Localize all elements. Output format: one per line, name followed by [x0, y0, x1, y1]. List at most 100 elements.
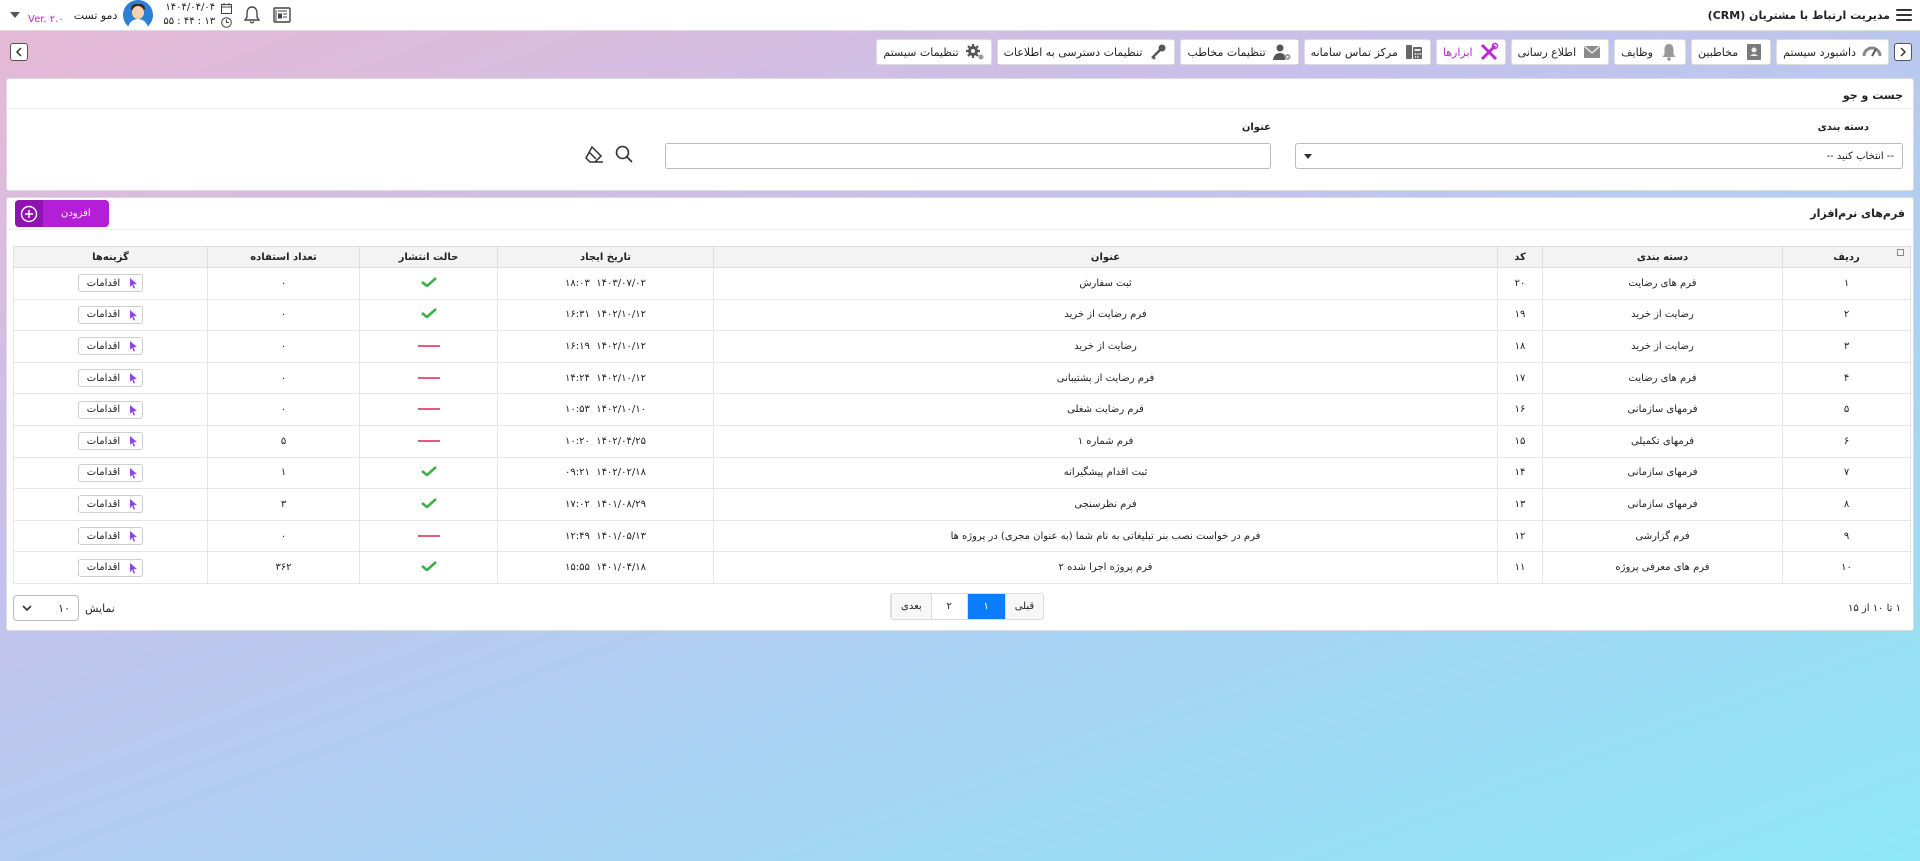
- grid-header: فرم‌های نرم‌افزار افزودن: [7, 198, 1913, 230]
- add-button[interactable]: افزودن: [15, 200, 109, 227]
- unpublished-dash-icon: [417, 344, 440, 347]
- col-code[interactable]: کد: [1497, 246, 1543, 268]
- table-row[interactable]: ۷ فرمهای سازمانی ۱۴ ثبت اقدام پیشگیرانه ۰۹:۲…: [13, 456, 1911, 490]
- menu-item-system-settings[interactable]: تنظیمات سیستم: [876, 39, 992, 65]
- page-1-button[interactable]: ۱: [966, 594, 1005, 619]
- cell-category: فرم گزارشی: [1542, 519, 1783, 553]
- row-actions-button[interactable]: اقدامات: [77, 400, 144, 419]
- row-actions-button[interactable]: اقدامات: [77, 369, 144, 388]
- row-actions-button[interactable]: اقدامات: [77, 527, 144, 546]
- main-menu: داشبورد سیستم مخاطبین وظایف اطلاع رسانی …: [876, 39, 1912, 65]
- menu-item-contacts[interactable]: مخاطبین: [1691, 39, 1772, 65]
- user-profile[interactable]: دمو تست: [74, 0, 154, 30]
- menu-scroll-left-button[interactable]: [10, 43, 28, 61]
- cell-usage-count: ۰: [207, 267, 360, 300]
- calendar-icon: [221, 2, 233, 14]
- title-input[interactable]: [665, 143, 1271, 169]
- cell-row: ۵: [1782, 393, 1911, 426]
- cell-created-date: ۱۲:۴۹ ۱۴۰۱/۰۵/۱۳: [497, 519, 714, 553]
- unpublished-dash-icon: [417, 376, 440, 379]
- avatar[interactable]: [123, 0, 154, 30]
- col-category[interactable]: دسته بندی: [1542, 246, 1783, 268]
- table-row[interactable]: ۳ رضایت از خرید ۱۸ رضایت از خرید ۱۶:۱۹ ۱۴۰۲/…: [13, 330, 1911, 363]
- time-text: ۱۳ : ۴۴ : ۵۵: [163, 16, 216, 27]
- search-panel: جست و جو دسته بندی -- انتخاب کنید -- عنو…: [6, 78, 1914, 191]
- cell-category: رضایت از خرید: [1542, 330, 1783, 363]
- user-menu-caret-icon[interactable]: [10, 12, 20, 18]
- page-size-select[interactable]: ۱۰: [13, 595, 79, 621]
- row-actions-button[interactable]: اقدامات: [77, 432, 144, 451]
- cell-created-date: ۱۵:۵۵ ۱۴۰۱/۰۴/۱۸: [497, 551, 714, 584]
- table-row[interactable]: ۱۰ فرم های معرفی پروژه ۱۱ فرم پروژه اجرا شد…: [13, 551, 1911, 584]
- cell-time: ۱۵:۵۵: [565, 562, 590, 574]
- cell-usage-count: ۰: [207, 393, 360, 426]
- select-caret-icon: [1304, 153, 1312, 159]
- cell-options: اقدامات: [13, 330, 208, 363]
- row-actions-button[interactable]: اقدامات: [77, 305, 144, 324]
- table-row[interactable]: ۸ فرمهای سازمانی ۱۳ فرم نظرسنجی ۱۷:۰۲ ۱۴۰۱/۰…: [13, 488, 1911, 521]
- table-row[interactable]: ۲ رضایت از خرید ۱۹ فرم رضایت از خرید ۱۶:۳۱ ۱…: [13, 298, 1911, 332]
- published-check-icon: [420, 276, 437, 287]
- search-button[interactable]: [613, 143, 635, 165]
- cell-usage-count: ۳: [207, 488, 360, 521]
- menu-item-access-settings[interactable]: تنظیمات دسترسی به اطلاعات: [996, 39, 1176, 65]
- news-icon[interactable]: [272, 5, 292, 25]
- date-text: ۱۴۰۴/۰۴/۰۴: [165, 2, 216, 13]
- menu-item-dashboard[interactable]: داشبورد سیستم: [1776, 39, 1889, 65]
- cell-time: ۱۲:۴۹: [565, 530, 590, 542]
- unpublished-dash-icon: [417, 408, 440, 411]
- col-usage-count[interactable]: تعداد استفاده: [207, 246, 360, 268]
- col-row[interactable]: ردیف: [1782, 246, 1911, 268]
- menu-item-tools[interactable]: ابزارها: [1435, 39, 1506, 65]
- row-actions-button[interactable]: اقدامات: [77, 558, 144, 577]
- cell-created-date: ۱۴:۲۴ ۱۴۰۲/۱۰/۱۲: [497, 361, 714, 395]
- eraser-icon: [585, 145, 603, 163]
- menu-item-call-center[interactable]: مرکز تماس سامانه: [1303, 39, 1431, 65]
- prev-page-button[interactable]: قبلی: [1004, 594, 1044, 619]
- table-row[interactable]: ۱ فرم های رضایت ۲۰ ثبت سفارش ۱۸:۰۳ ۱۴۰۳/۰۷/۰…: [13, 267, 1911, 300]
- cell-options: اقدامات: [13, 424, 208, 458]
- cell-date: ۱۴۰۱/۰۸/۲۹: [596, 498, 646, 510]
- cell-title: ثبت سفارش: [713, 267, 1498, 300]
- menu-scroll-right-button[interactable]: [1894, 43, 1912, 61]
- row-actions-button[interactable]: اقدامات: [77, 463, 144, 482]
- menu-item-notifications[interactable]: اطلاع رسانی: [1510, 39, 1610, 65]
- table-row[interactable]: ۶ فرمهای تکمیلی ۱۵ فرم شماره ۱ ۱۰:۲۰ ۱۴۰۲/۰۴…: [13, 424, 1911, 458]
- cell-title: فرم نظرسنجی: [713, 488, 1498, 521]
- pointer-cursor-icon: [130, 531, 138, 542]
- cell-publish-status: [359, 551, 498, 584]
- cell-code: ۱۴: [1497, 456, 1543, 490]
- category-select[interactable]: -- انتخاب کنید --: [1295, 143, 1903, 169]
- column-toggle-icon[interactable]: [1897, 249, 1904, 256]
- pointer-cursor-icon: [130, 436, 138, 447]
- table-row[interactable]: ۹ فرم گزارشی ۱۲ فرم در خواست نصب بنر تبلیغا…: [13, 519, 1911, 553]
- cell-options: اقدامات: [13, 488, 208, 521]
- cell-created-date: ۱۰:۵۳ ۱۴۰۲/۱۰/۱۰: [497, 393, 714, 426]
- row-actions-button[interactable]: اقدامات: [77, 337, 144, 356]
- cell-category: فرمهای سازمانی: [1542, 393, 1783, 426]
- cell-created-date: ۱۷:۰۲ ۱۴۰۱/۰۸/۲۹: [497, 488, 714, 521]
- cell-date: ۱۴۰۲/۱۰/۱۰: [596, 404, 646, 416]
- col-publish-status[interactable]: حالت انتشار: [359, 246, 498, 268]
- cell-code: ۱۲: [1497, 519, 1543, 553]
- clear-button[interactable]: [583, 143, 605, 165]
- menu-item-contact-settings[interactable]: تنظیمات مخاطب: [1180, 39, 1299, 65]
- table-row[interactable]: ۴ فرم های رضایت ۱۷ فرم رضایت از پشتیبانی ۱۴:…: [13, 361, 1911, 395]
- table-row[interactable]: ۵ فرمهای سازمانی ۱۶ فرم رضایت شغلی ۱۰:۵۳ ۱۴۰…: [13, 393, 1911, 426]
- col-title[interactable]: عنوان: [713, 246, 1498, 268]
- row-actions-button[interactable]: اقدامات: [77, 274, 144, 293]
- cell-code: ۱۱: [1497, 551, 1543, 584]
- row-actions-button[interactable]: اقدامات: [77, 495, 144, 514]
- cell-created-date: ۰۹:۲۱ ۱۴۰۲/۰۲/۱۸: [497, 456, 714, 490]
- notification-bell-icon[interactable]: [242, 5, 262, 25]
- next-page-button[interactable]: بعدی: [891, 594, 931, 619]
- cell-code: ۱۷: [1497, 361, 1543, 395]
- cell-date: ۱۴۰۳/۰۷/۰۲: [596, 277, 646, 289]
- page-2-button[interactable]: ۲: [930, 594, 967, 619]
- chevron-left-icon: [15, 47, 22, 57]
- top-bar: مدیریت ارتباط با مشتریان (CRM) Ver. ۲.۰ …: [0, 0, 1920, 31]
- hamburger-menu-icon[interactable]: [1896, 9, 1912, 21]
- cell-time: ۱۶:۳۱: [565, 309, 590, 321]
- col-created-date[interactable]: تاریخ ایجاد: [497, 246, 714, 268]
- menu-item-tasks[interactable]: وظایف: [1614, 39, 1686, 65]
